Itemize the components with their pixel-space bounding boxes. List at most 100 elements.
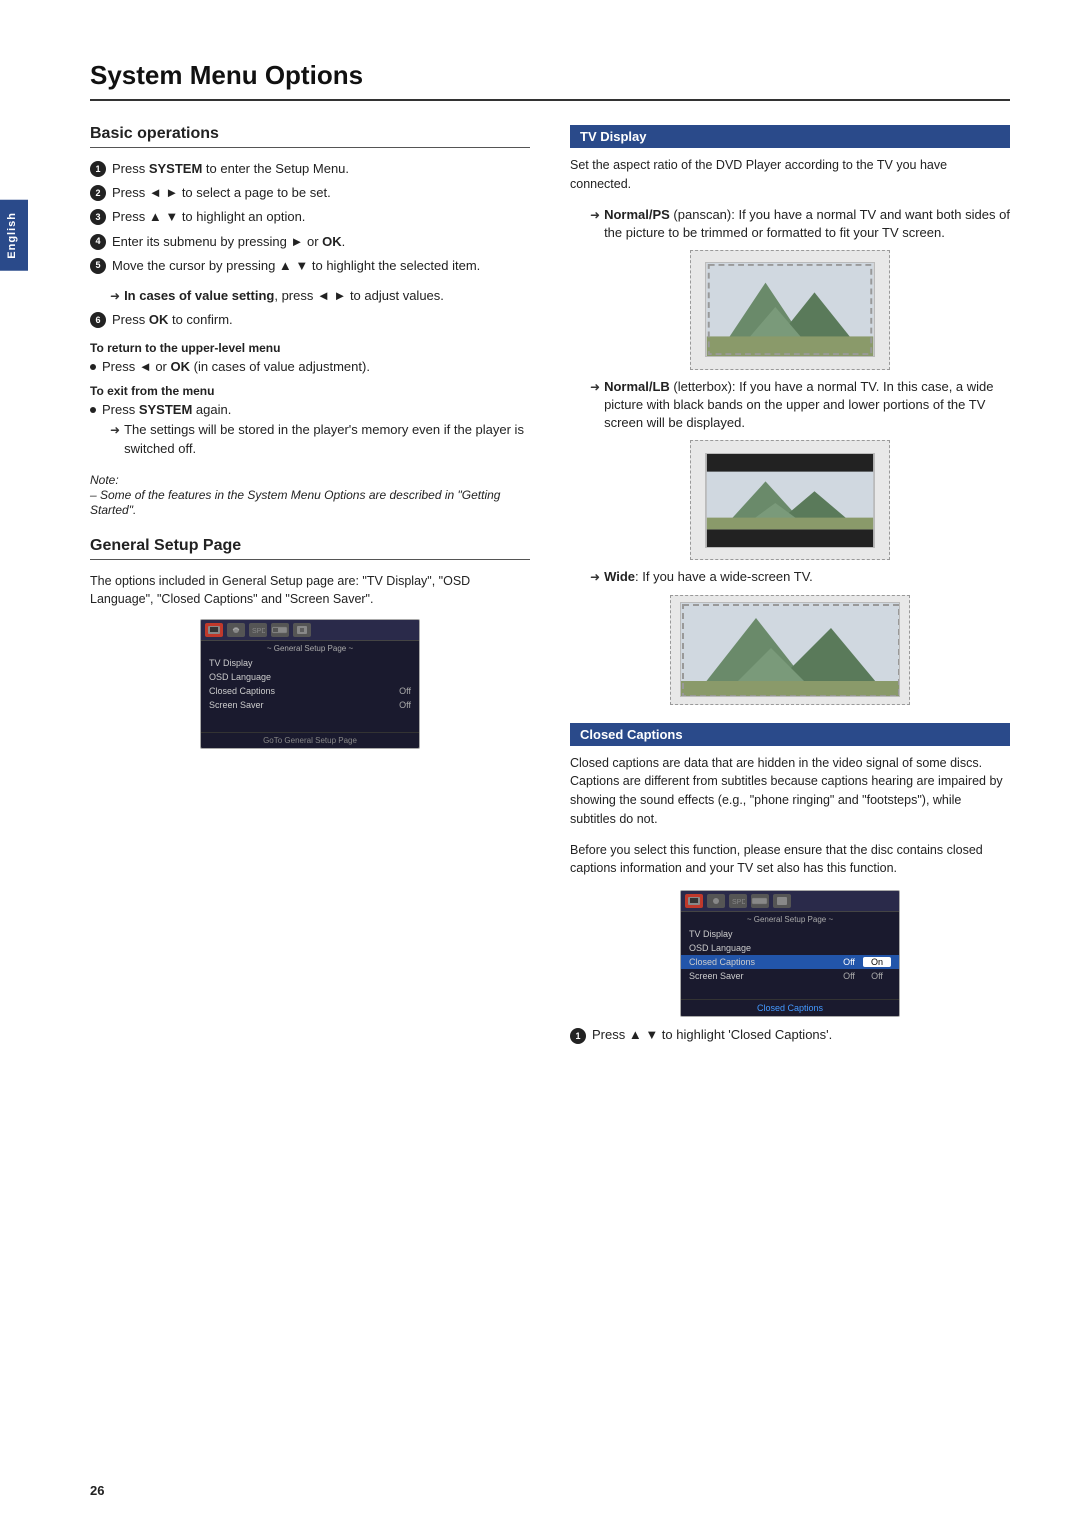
basic-operations-section: Basic operations 1 Press SYSTEM to enter… <box>90 125 530 517</box>
tv-image-letterbox <box>690 440 890 560</box>
step-6-list: 6 Press OK to confirm. <box>90 311 530 329</box>
wide-item: ➜ Wide: If you have a wide-screen TV. <box>590 568 1010 586</box>
settings-stored-text: The settings will be stored in the playe… <box>124 421 530 457</box>
cc-row-osd: OSD Language <box>681 941 899 955</box>
screen-row-tvdisplay: TV Display <box>201 656 419 670</box>
step-3-number: 3 <box>90 209 106 225</box>
step-4: 4 Enter its submenu by pressing ► or OK. <box>90 233 530 251</box>
tv-image-panscan-inner <box>705 262 875 357</box>
step-1: 1 Press SYSTEM to enter the Setup Menu. <box>90 160 530 178</box>
cc-footer: Closed Captions <box>681 999 899 1016</box>
step-3-text: Press ▲ ▼ to highlight an option. <box>112 208 305 226</box>
step-6-number: 6 <box>90 312 106 328</box>
screen-icon-1 <box>205 623 223 637</box>
step-1-number: 1 <box>90 161 106 177</box>
screen-icon-3: SPD <box>249 623 267 637</box>
return-menu-text: Press ◄ or OK (in cases of value adjustm… <box>102 359 370 374</box>
screen-row-screensaver: Screen SaverOff <box>201 698 419 712</box>
note-label: Note: <box>90 473 119 487</box>
wide-text: Wide: If you have a wide-screen TV. <box>604 568 813 586</box>
arrow-icon: ➜ <box>110 288 120 305</box>
step-5: 5 Move the cursor by pressing ▲ ▼ to hig… <box>90 257 530 275</box>
tv-display-intro: Set the aspect ratio of the DVD Player a… <box>570 156 1010 194</box>
cc-icon-3: SPD <box>729 894 747 908</box>
tv-image-wide <box>670 595 910 705</box>
settings-stored-note: ➜ The settings will be stored in the pla… <box>110 421 530 457</box>
step-3: 3 Press ▲ ▼ to highlight an option. <box>90 208 530 226</box>
step-2-number: 2 <box>90 185 106 201</box>
arrow-icon-5: ➜ <box>590 569 600 586</box>
step-5-text: Move the cursor by pressing ▲ ▼ to highl… <box>112 257 480 275</box>
arrow-icon-3: ➜ <box>590 207 600 242</box>
page-number: 26 <box>90 1483 104 1498</box>
cc-row-screensaver: Screen Saver Off Off <box>681 969 899 983</box>
closed-captions-screen: SPD ~ General Setup Page ~ TV Display OS… <box>680 890 900 1017</box>
language-tab: English <box>0 200 28 271</box>
closed-captions-title: Closed Captions <box>570 723 1010 746</box>
cc-icon-4 <box>751 894 769 908</box>
screen-row-osd: OSD Language <box>201 670 419 684</box>
step-6-text: Press OK to confirm. <box>112 311 233 329</box>
exit-menu-text: Press SYSTEM again. <box>102 402 231 417</box>
page-container: English System Menu Options Basic operat… <box>0 0 1080 1528</box>
right-column: TV Display Set the aspect ratio of the D… <box>570 125 1010 1050</box>
tv-image-letterbox-inner <box>705 453 875 548</box>
screen-header: SPD <box>201 620 419 641</box>
page-title: System Menu Options <box>90 60 1010 101</box>
left-column: Basic operations 1 Press SYSTEM to enter… <box>90 125 530 1050</box>
return-menu-heading: To return to the upper-level menu <box>90 341 530 355</box>
cc-step-1: 1 Press ▲ ▼ to highlight 'Closed Caption… <box>570 1027 1010 1044</box>
screen-footer: GoTo General Setup Page <box>201 732 419 748</box>
cc-icon-2 <box>707 894 725 908</box>
svg-text:SPD: SPD <box>732 899 745 906</box>
screen-icon-5 <box>293 623 311 637</box>
note-section: Note: – Some of the features in the Syst… <box>90 472 530 517</box>
closed-captions-para2: Before you select this function, please … <box>570 841 1010 879</box>
cc-step-1-number: 1 <box>570 1028 586 1044</box>
arrow-icon-2: ➜ <box>110 422 120 457</box>
general-setup-intro: The options included in General Setup pa… <box>90 572 530 610</box>
step-2-text: Press ◄ ► to select a page to be set. <box>112 184 331 202</box>
cc-icon-1 <box>685 894 703 908</box>
tv-display-section: TV Display Set the aspect ratio of the D… <box>570 125 1010 705</box>
screen-icon-4 <box>271 623 289 637</box>
screen-row-captions: Closed CaptionsOff <box>201 684 419 698</box>
normal-lb-text: Normal/LB (letterbox): If you have a nor… <box>604 378 1010 433</box>
step-1-text: Press SYSTEM to enter the Setup Menu. <box>112 160 349 178</box>
cc-row-tvdisplay: TV Display <box>681 927 899 941</box>
general-setup-section: General Setup Page The options included … <box>90 537 530 750</box>
general-setup-title: General Setup Page <box>90 537 530 560</box>
general-setup-screen: SPD ~ General Setup Page ~ TV Display OS… <box>200 619 420 749</box>
tv-image-panscan <box>690 250 890 370</box>
arrow-icon-4: ➜ <box>590 379 600 433</box>
basic-operations-title: Basic operations <box>90 125 530 148</box>
bullet-icon-2 <box>90 407 96 413</box>
normal-ps-text: Normal/PS (panscan): If you have a norma… <box>604 206 1010 242</box>
step-2: 2 Press ◄ ► to select a page to be set. <box>90 184 530 202</box>
value-setting-text: In cases of value setting, press ◄ ► to … <box>124 287 444 305</box>
return-menu-item: Press ◄ or OK (in cases of value adjustm… <box>90 359 530 374</box>
step-6: 6 Press OK to confirm. <box>90 311 530 329</box>
basic-operations-list: 1 Press SYSTEM to enter the Setup Menu. … <box>90 160 530 275</box>
cc-screen-header: SPD <box>681 891 899 912</box>
svg-text:SPD: SPD <box>252 628 265 635</box>
closed-captions-intro: Closed captions are data that are hidden… <box>570 754 1010 829</box>
normal-lb-item: ➜ Normal/LB (letterbox): If you have a n… <box>590 378 1010 433</box>
exit-menu-item: Press SYSTEM again. <box>90 402 530 417</box>
step-4-text: Enter its submenu by pressing ► or OK. <box>112 233 345 251</box>
value-setting-note: ➜ In cases of value setting, press ◄ ► t… <box>110 287 530 305</box>
cc-icon-5 <box>773 894 791 908</box>
cc-step-1-text: Press ▲ ▼ to highlight 'Closed Captions'… <box>592 1027 832 1042</box>
screen-icon-2 <box>227 623 245 637</box>
normal-ps-item: ➜ Normal/PS (panscan): If you have a nor… <box>590 206 1010 242</box>
tv-display-title: TV Display <box>570 125 1010 148</box>
note-text: – Some of the features in the System Men… <box>90 488 500 517</box>
cc-row-captions: Closed Captions Off On <box>681 955 899 969</box>
cc-screen-label: ~ General Setup Page ~ <box>681 912 899 927</box>
tv-image-wide-inner <box>680 602 900 697</box>
screen-label: ~ General Setup Page ~ <box>201 641 419 656</box>
two-column-layout: Basic operations 1 Press SYSTEM to enter… <box>90 125 1010 1050</box>
step-5-number: 5 <box>90 258 106 274</box>
exit-menu-heading: To exit from the menu <box>90 384 530 398</box>
bullet-icon <box>90 364 96 370</box>
